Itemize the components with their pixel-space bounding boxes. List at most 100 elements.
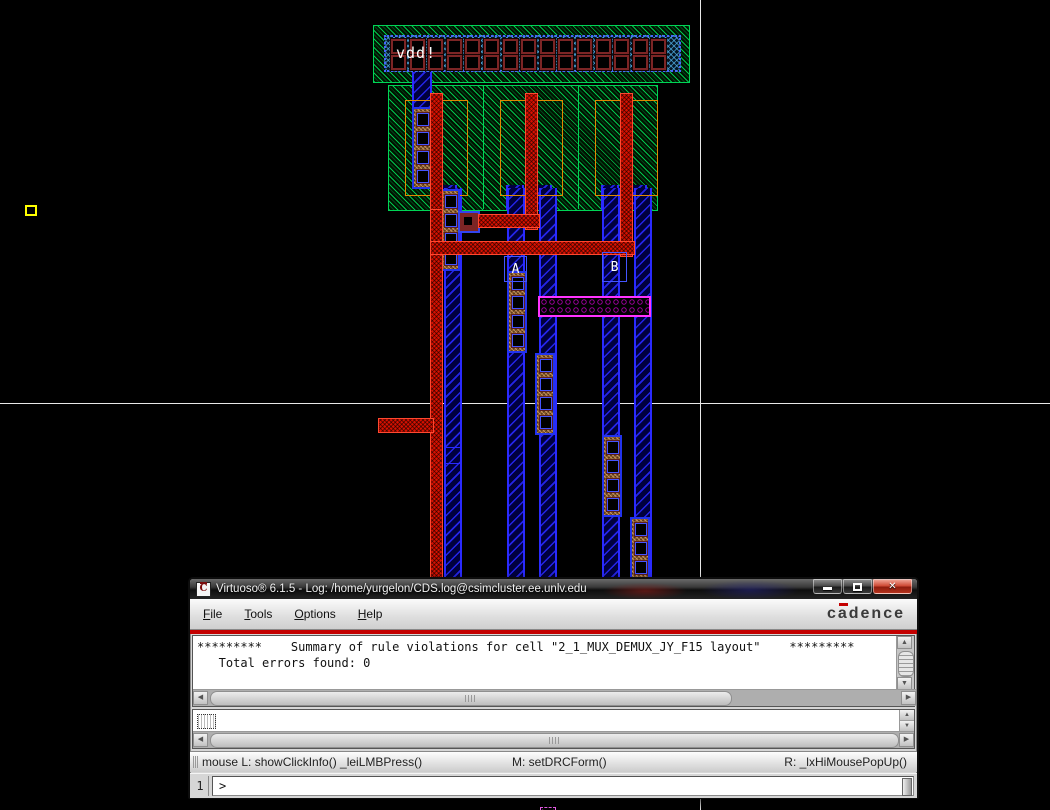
diffusion-contact-column[interactable] bbox=[507, 271, 527, 353]
pin-a-label: A bbox=[511, 261, 520, 277]
maximize-icon bbox=[853, 582, 862, 591]
console-output-area[interactable]: ********* Summary of rule violations for… bbox=[192, 635, 916, 707]
rail-contact-cut bbox=[614, 39, 630, 54]
rail-contact-cut bbox=[502, 55, 518, 70]
diffusion-contact-column[interactable] bbox=[440, 189, 460, 271]
rail-contact-cut bbox=[502, 39, 518, 54]
contact-cut bbox=[635, 542, 647, 555]
console-output-text[interactable]: ********* Summary of rule violations for… bbox=[193, 636, 897, 690]
rail-contact-cut bbox=[651, 39, 667, 54]
rail-contact-cut bbox=[521, 55, 537, 70]
contact-cut bbox=[540, 359, 552, 372]
input-caret-box bbox=[197, 714, 216, 729]
contact-cut bbox=[445, 214, 457, 227]
rail-contact-cut bbox=[595, 55, 611, 70]
input-scroll-thumb[interactable] bbox=[210, 733, 899, 748]
status-mouse-bindings: mouse L: showClickInfo() _leiLMBPress() bbox=[202, 755, 423, 769]
diffusion-contact-column[interactable] bbox=[535, 353, 555, 435]
contact-cut bbox=[635, 523, 647, 536]
cadence-icon-letter: C bbox=[199, 582, 208, 594]
active-region-divider bbox=[578, 85, 579, 209]
virtuoso-ciw-window[interactable]: C Virtuoso® 6.1.5 - Log: /home/yurgelon/… bbox=[188, 577, 919, 799]
horizontal-scroll-thumb[interactable] bbox=[210, 691, 732, 706]
title-bar[interactable]: C Virtuoso® 6.1.5 - Log: /home/yurgelon/… bbox=[190, 579, 917, 599]
spin-up-icon[interactable]: ▲ bbox=[900, 710, 914, 721]
contact-cut bbox=[607, 460, 619, 473]
console-line: ********* Summary of rule violations for… bbox=[197, 640, 855, 654]
poly-contact-cut bbox=[464, 217, 472, 225]
history-spinner[interactable]: ▲ ▼ bbox=[899, 710, 914, 732]
maximize-button[interactable] bbox=[843, 579, 872, 594]
layout-canvas[interactable]: vdd! A B Z S C Virtuoso® 6.1.5 - Log: /h… bbox=[0, 0, 1050, 810]
horizontal-scrollbar[interactable]: ◀ ▶ bbox=[193, 689, 916, 706]
scroll-right-button[interactable]: ▶ bbox=[899, 733, 914, 747]
menu-help[interactable]: Help bbox=[349, 604, 392, 624]
command-input-field[interactable] bbox=[193, 710, 900, 732]
vertical-scroll-thumb[interactable] bbox=[898, 651, 914, 677]
contact-cut bbox=[445, 195, 457, 208]
scroll-left-button[interactable]: ◀ bbox=[193, 733, 208, 747]
rail-contact-cut bbox=[632, 55, 648, 70]
metal1-segment-divider bbox=[444, 463, 462, 464]
contact-cut bbox=[417, 170, 429, 183]
scroll-left-button[interactable]: ◀ bbox=[193, 691, 208, 705]
rail-contact-cut bbox=[614, 55, 630, 70]
menu-options[interactable]: Options bbox=[285, 604, 344, 624]
rail-contact-cut bbox=[465, 39, 481, 54]
scroll-up-button[interactable]: ▲ bbox=[897, 636, 912, 649]
close-button[interactable]: ✕ bbox=[873, 579, 912, 594]
status-grip bbox=[193, 756, 198, 768]
contact-cut bbox=[540, 378, 552, 391]
poly-contact[interactable] bbox=[458, 211, 480, 233]
minimize-button[interactable] bbox=[813, 579, 842, 594]
rail-contact-cut bbox=[539, 39, 555, 54]
power-rail-label[interactable]: vdd! bbox=[396, 44, 436, 62]
pin-b-label: B bbox=[610, 259, 619, 275]
prompt-resize-grip[interactable] bbox=[902, 778, 912, 796]
rail-contact-cut bbox=[632, 39, 648, 54]
contact-cut bbox=[417, 132, 429, 145]
status-bar: mouse L: showClickInfo() _leiLMBPress() … bbox=[190, 751, 917, 772]
prompt-line-number: 1 bbox=[192, 776, 209, 796]
scroll-right-button[interactable]: ▶ bbox=[901, 691, 916, 705]
contact-cut bbox=[607, 441, 619, 454]
window-title: Virtuoso® 6.1.5 - Log: /home/yurgelon/CD… bbox=[216, 583, 587, 595]
poly-trace-gate2[interactable] bbox=[478, 214, 540, 228]
rail-contact-cut bbox=[446, 39, 462, 54]
prompt-bar[interactable]: 1 > bbox=[190, 773, 917, 798]
prompt-symbol: > bbox=[219, 779, 227, 793]
cadence-logo: cadence bbox=[826, 605, 905, 622]
rail-contact-cut bbox=[651, 55, 667, 70]
rail-contact-cut bbox=[558, 39, 574, 54]
poly-gate[interactable] bbox=[525, 93, 538, 230]
pin-a[interactable]: A bbox=[504, 256, 527, 282]
menu-tools[interactable]: Tools bbox=[235, 604, 281, 624]
prompt-input[interactable]: > bbox=[212, 776, 914, 796]
cadence-window-icon[interactable]: C bbox=[196, 581, 211, 597]
origin-marker[interactable] bbox=[25, 205, 37, 216]
command-input-area[interactable]: ▲ ▼ ◀ ▶ bbox=[192, 709, 915, 749]
poly-select-stub[interactable] bbox=[378, 418, 434, 433]
contact-cut bbox=[607, 479, 619, 492]
contact-cut bbox=[512, 334, 524, 347]
menu-file[interactable]: File bbox=[194, 604, 231, 624]
console-line: Total errors found: 0 bbox=[197, 656, 371, 670]
close-icon: ✕ bbox=[888, 580, 897, 592]
rail-contact-cut bbox=[577, 39, 592, 54]
vertical-scrollbar[interactable]: ▲ ▼ bbox=[896, 636, 914, 690]
axis-horizontal-line bbox=[0, 403, 1050, 404]
contact-cut bbox=[512, 296, 524, 309]
rail-contact-cut bbox=[446, 55, 462, 70]
contact-cut bbox=[540, 416, 552, 429]
rail-contact-cut bbox=[539, 55, 555, 70]
status-middle-binding: M: setDRCForm() bbox=[512, 755, 607, 769]
diffusion-contact-column[interactable] bbox=[602, 435, 622, 517]
pin-b[interactable]: B bbox=[602, 252, 627, 282]
input-horizontal-scrollbar[interactable]: ◀ ▶ bbox=[193, 731, 914, 748]
poly-gate[interactable] bbox=[620, 93, 633, 257]
poly-gate[interactable] bbox=[430, 93, 443, 212]
poly-select-line[interactable] bbox=[430, 209, 443, 580]
diffusion-contact-column[interactable] bbox=[412, 107, 432, 189]
status-right-binding: R: _lxHiMousePopUp() bbox=[784, 755, 907, 769]
metal2-output-bar[interactable] bbox=[538, 296, 651, 317]
